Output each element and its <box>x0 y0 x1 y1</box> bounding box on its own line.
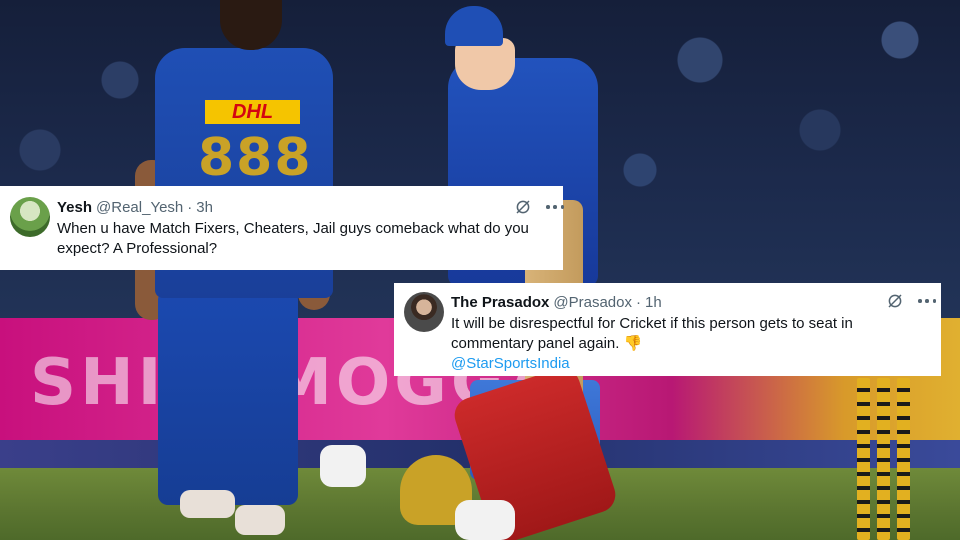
fallen-batter <box>320 363 660 540</box>
player-head <box>220 0 282 50</box>
player-shoe <box>180 490 235 518</box>
dot <box>560 205 564 209</box>
dot <box>925 299 929 303</box>
more-options-icon[interactable] <box>918 292 936 310</box>
grok-icon[interactable] <box>514 198 532 216</box>
dot <box>553 205 557 209</box>
dot <box>918 299 922 303</box>
grok-icon[interactable] <box>886 292 904 310</box>
tweet-actions <box>886 292 936 310</box>
keeper-cap <box>445 6 503 46</box>
separator-dot: · <box>187 199 193 216</box>
tweet-text-content: When u have Match Fixers, Cheaters, Jail… <box>57 220 529 257</box>
player-legs <box>158 290 298 505</box>
player-shoe <box>235 505 285 535</box>
background-photo: SHIVAMOGGA DHL 888 <box>0 0 960 540</box>
tweet-header: Yesh @Real_Yesh · 3h <box>57 198 213 218</box>
stumps <box>855 378 915 540</box>
jersey-sponsor: DHL <box>205 100 300 124</box>
avatar[interactable] <box>10 197 50 237</box>
batter-glove <box>320 445 366 487</box>
tweet-card[interactable]: The Prasadox @Prasadox · 1h It will be d… <box>394 283 941 376</box>
tweet-text: It will be disrespectful for Cricket if … <box>451 314 931 374</box>
user-handle[interactable]: @Prasadox <box>553 293 632 313</box>
more-options-icon[interactable] <box>546 198 564 216</box>
jersey-number: 888 <box>198 128 313 188</box>
user-handle[interactable]: @Real_Yesh <box>96 198 183 218</box>
stump <box>897 378 910 540</box>
tweet-card[interactable]: Yesh @Real_Yesh · 3h When u have Match F… <box>0 186 564 270</box>
separator-dot: · <box>635 294 641 311</box>
display-name[interactable]: The Prasadox <box>451 293 549 313</box>
stump <box>857 378 870 540</box>
mention-link[interactable]: @StarSportsIndia <box>451 354 931 374</box>
tweet-text: When u have Match Fixers, Cheaters, Jail… <box>57 219 547 259</box>
display-name[interactable]: Yesh <box>57 198 92 218</box>
timestamp[interactable]: 3h <box>196 198 213 218</box>
tweet-text-content: It will be disrespectful for Cricket if … <box>451 315 853 352</box>
thumbs-down-emoji: 👎 <box>623 335 643 352</box>
stump <box>877 378 890 540</box>
batter-glove <box>455 500 515 540</box>
tweet-actions <box>514 198 564 216</box>
dot <box>546 205 550 209</box>
avatar[interactable] <box>404 292 444 332</box>
dot <box>932 299 936 303</box>
tweet-header: The Prasadox @Prasadox · 1h <box>451 293 662 313</box>
timestamp[interactable]: 1h <box>645 293 662 313</box>
